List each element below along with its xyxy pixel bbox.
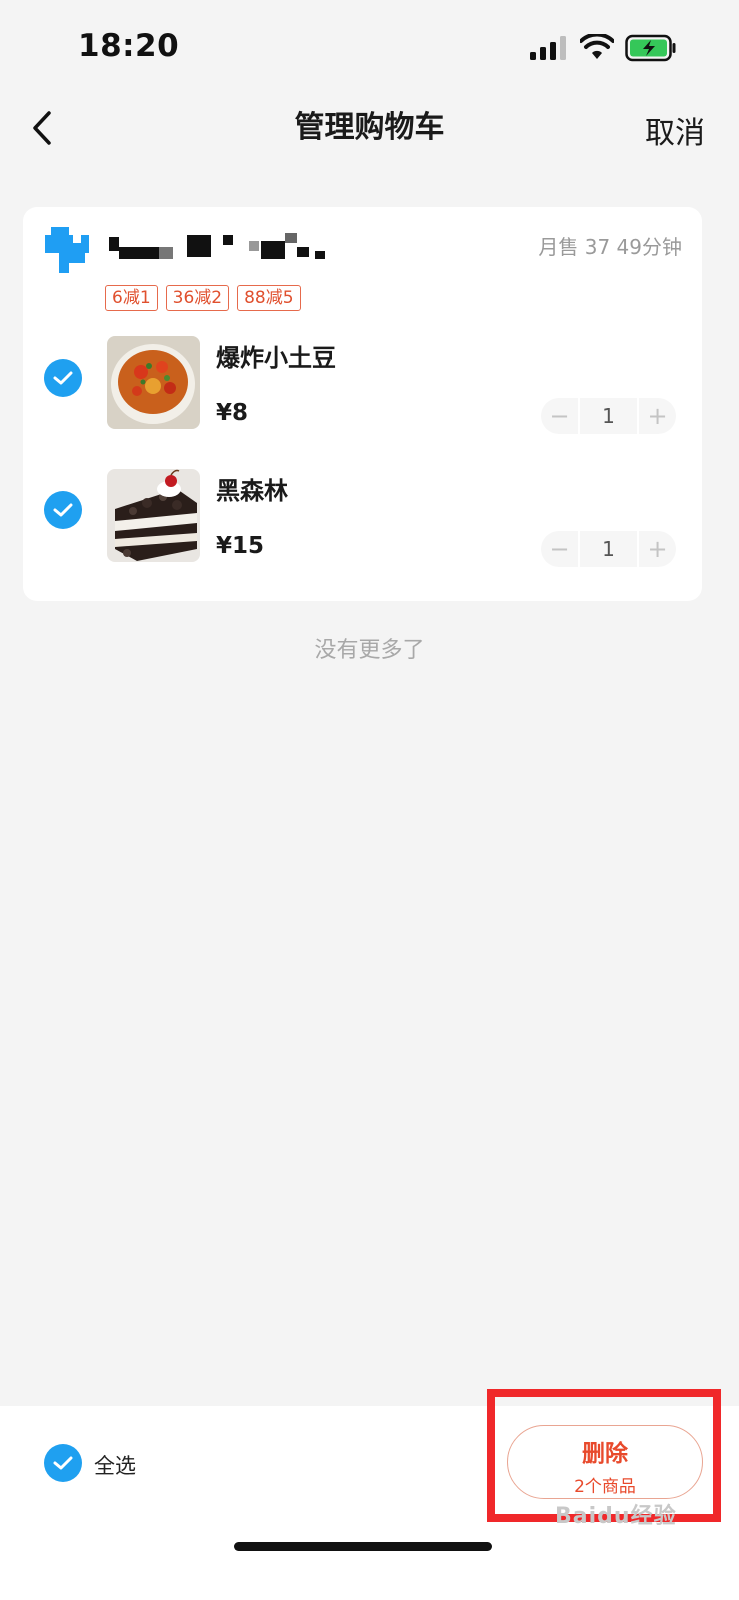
delete-button[interactable]: 删除 2个商品 xyxy=(507,1425,703,1499)
item-image-black-forest-cake[interactable] xyxy=(107,469,200,562)
promo-tag: 88减5 xyxy=(237,285,301,311)
promo-tags: 6减1 36减2 88减5 xyxy=(105,285,301,311)
check-icon xyxy=(53,371,73,385)
decrease-button[interactable]: − xyxy=(541,398,578,434)
item-checkbox[interactable] xyxy=(44,359,82,397)
baidu-watermark: Baidu经验 xyxy=(555,1504,677,1529)
page-title: 管理购物车 xyxy=(294,110,445,145)
shop-name-redacted[interactable] xyxy=(109,233,339,263)
list-end-text: 没有更多了 xyxy=(314,638,425,663)
increase-button[interactable]: + xyxy=(639,398,676,434)
quantity-value: 1 xyxy=(578,398,639,434)
cancel-button[interactable]: 取消 xyxy=(645,108,705,152)
nav-bar: 管理购物车 取消 xyxy=(0,96,739,160)
cart-item: 黑森林 ¥15 − 1 + xyxy=(23,469,702,567)
item-price: ¥15 xyxy=(216,533,265,559)
battery-charging-icon xyxy=(625,34,676,62)
check-icon xyxy=(53,1456,73,1470)
signal-icon xyxy=(530,36,566,60)
decrease-button[interactable]: − xyxy=(541,531,578,567)
select-all-checkbox[interactable] xyxy=(44,1444,82,1482)
item-name: 爆炸小土豆 xyxy=(216,344,336,372)
select-all-label[interactable]: 全选 xyxy=(94,1450,136,1480)
delete-count: 2个商品 xyxy=(574,1477,636,1497)
bottom-action-bar: 全选 删除 2个商品 Baidu经验 xyxy=(0,1389,739,1600)
quantity-value: 1 xyxy=(578,531,639,567)
delete-label: 删除 xyxy=(582,1441,628,1467)
cart-item: 爆炸小土豆 ¥8 − 1 + xyxy=(23,336,702,434)
increase-button[interactable]: + xyxy=(639,531,676,567)
check-icon xyxy=(53,503,73,517)
promo-tag: 36减2 xyxy=(165,285,230,311)
status-bar: 18:20 xyxy=(0,0,739,96)
item-name: 黑森林 xyxy=(216,477,288,505)
item-price: ¥8 xyxy=(216,400,249,426)
item-image-potatoes[interactable] xyxy=(107,336,200,429)
promo-tag: 6减1 xyxy=(105,285,158,311)
shop-card: 月售 37 49分钟 6减1 36减2 88减5 爆炸小土豆 ¥8 − 1 + … xyxy=(23,207,702,601)
quantity-stepper: − 1 + xyxy=(541,398,676,434)
wifi-icon xyxy=(580,34,614,59)
status-time: 18:20 xyxy=(78,28,180,64)
shop-meta: 月售 37 49分钟 xyxy=(538,235,682,259)
shop-logo xyxy=(45,227,89,273)
home-indicator[interactable] xyxy=(234,1542,492,1551)
item-checkbox[interactable] xyxy=(44,491,82,529)
quantity-stepper: − 1 + xyxy=(541,531,676,567)
